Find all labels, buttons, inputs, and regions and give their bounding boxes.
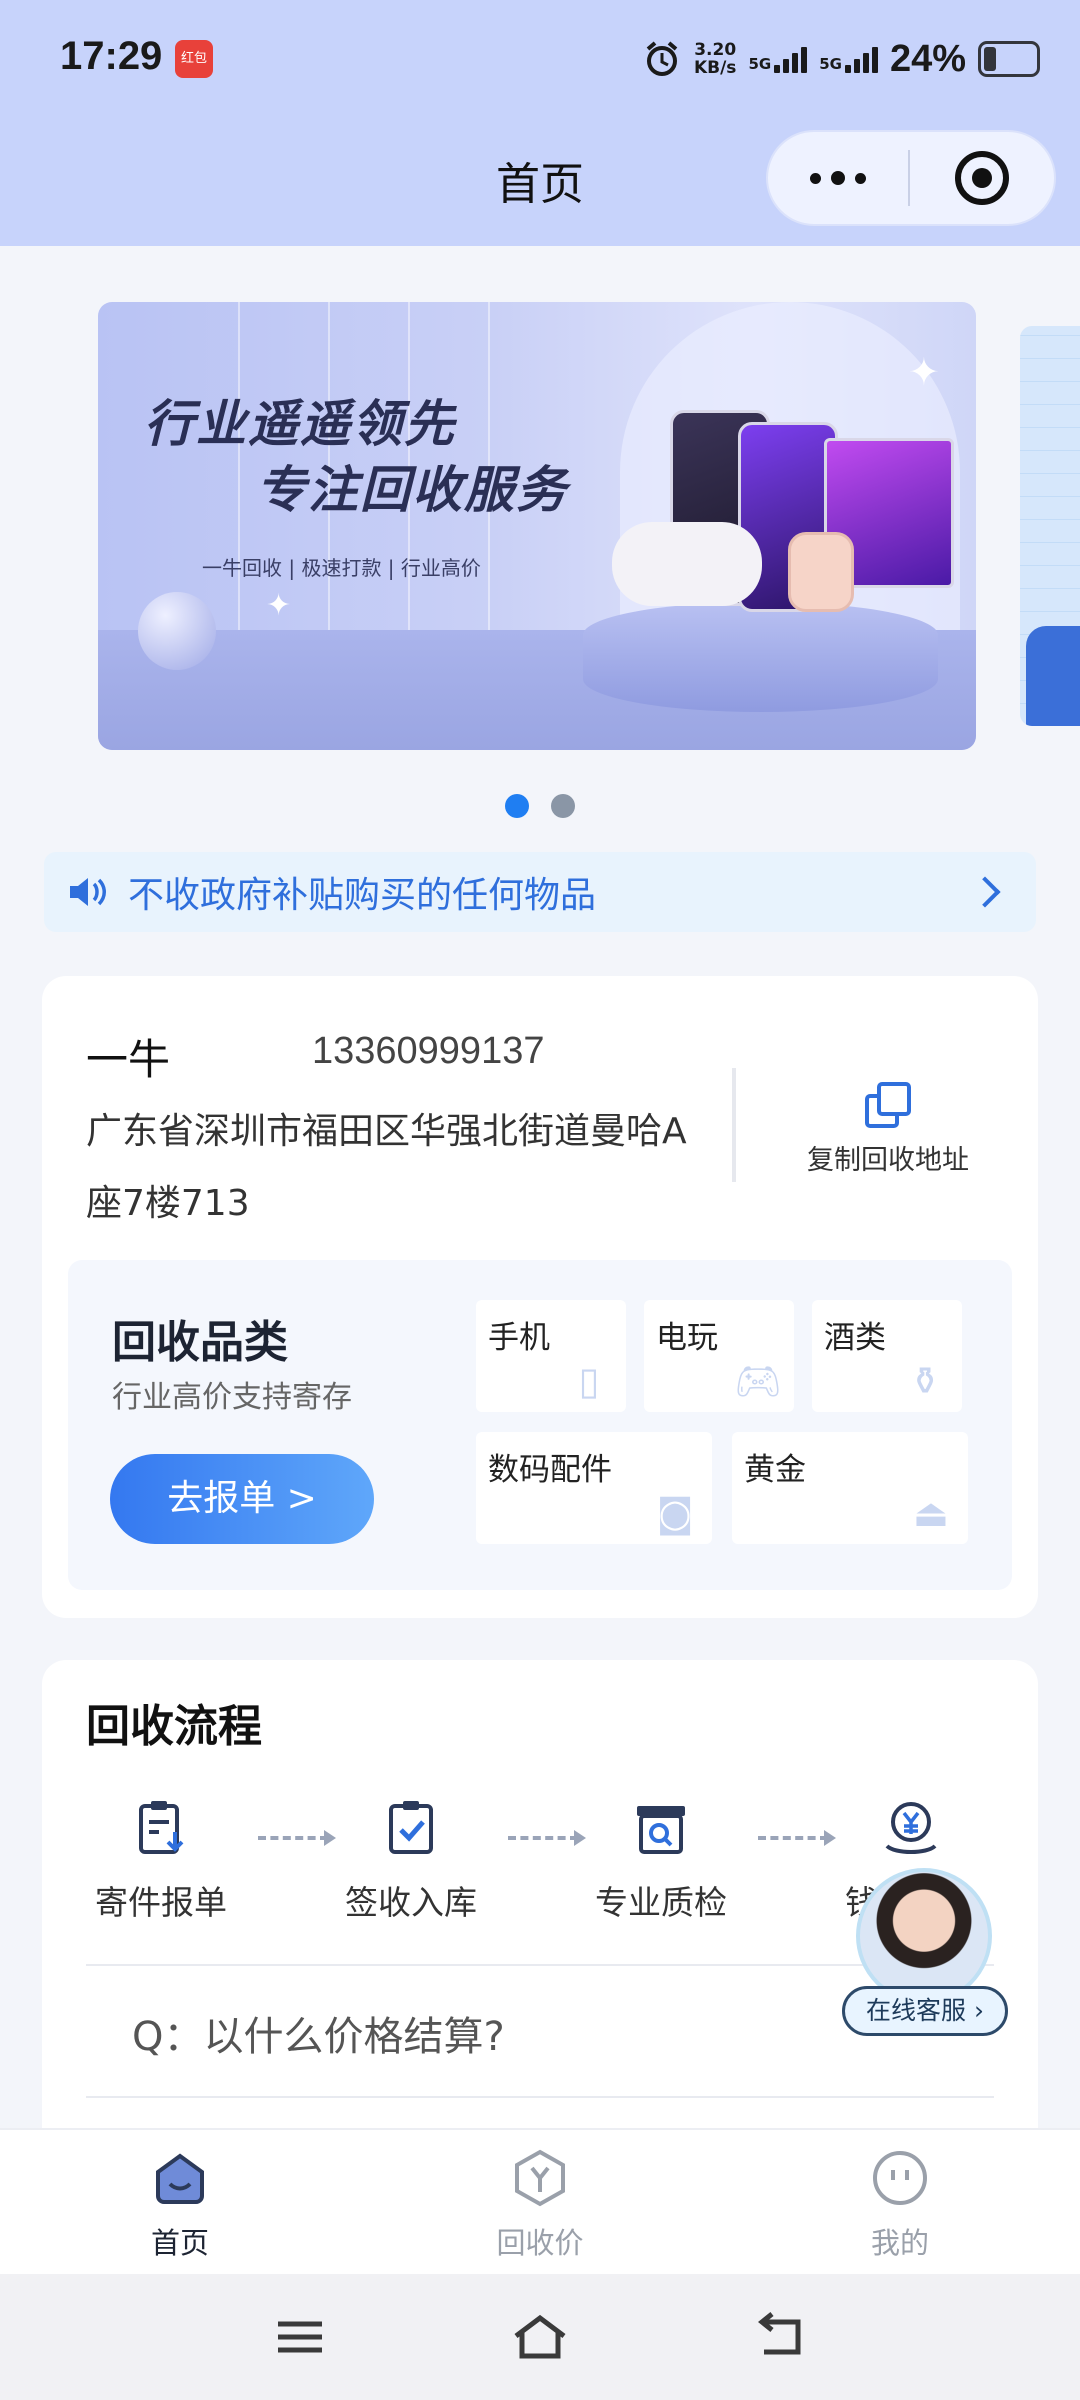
gamepad-icon: 🎮︎ — [734, 1359, 783, 1403]
bottle-icon: ⚱ — [909, 1359, 941, 1403]
app-notification-icon: 红包 — [175, 40, 213, 78]
faq-question[interactable]: Q：以什么价格结算? — [132, 2004, 505, 2062]
signal-sim2-icon: 5G — [819, 45, 878, 73]
watch-image — [788, 532, 854, 612]
banner-headline-2: 专注回收服务 — [256, 461, 568, 519]
system-nav-bar — [0, 2274, 1080, 2400]
category-title: 回收品类 — [112, 1317, 288, 1368]
home-icon — [156, 2153, 204, 2204]
net-speed: 3.20 KB/s — [693, 40, 737, 78]
online-support-label: 在线客服 › — [842, 1986, 1008, 2036]
battery-icon — [978, 41, 1040, 77]
category-label: 电玩 — [656, 1320, 718, 1356]
tab-recycle-price[interactable]: 回收价 — [440, 2130, 640, 2276]
menu-icon[interactable] — [270, 2312, 330, 2362]
divider — [86, 2096, 994, 2098]
tab-label: 回收价 — [496, 2226, 584, 2260]
flow-step-label: 签收入库 — [345, 1883, 477, 1922]
recycle-address: 广东省深圳市福田区华强北街道曼哈A座7楼713 — [86, 1111, 687, 1224]
status-time: 17:29 — [60, 34, 163, 78]
tab-label: 我的 — [870, 2226, 929, 2260]
online-support-button[interactable]: 在线客服 › — [842, 1868, 1008, 2042]
recipient-phone: 13360999137 — [312, 1030, 545, 1072]
yuan-hand-icon — [885, 1802, 937, 1854]
tab-mine[interactable]: 我的 — [800, 2130, 1000, 2276]
speaker-icon — [70, 878, 106, 906]
flow-step-label: 寄件报单 — [95, 1883, 227, 1922]
carousel-indicator — [0, 794, 1080, 818]
notice-bar[interactable]: 不收政府补贴购买的任何物品 — [44, 852, 1036, 932]
top-bar: 17:29 红包 3.20 KB/s 5G 5G 24% 首页 — [0, 0, 1080, 246]
gold-icon: ⏏ — [913, 1491, 949, 1535]
face-icon — [873, 2151, 927, 2205]
category-label: 手机 — [488, 1320, 550, 1356]
phone-icon: ▯ — [578, 1359, 600, 1403]
ellipsis-icon[interactable] — [768, 130, 908, 226]
chevron-right-icon[interactable] — [969, 876, 1001, 908]
address-card: 一牛 13360999137 广东省深圳市福田区华强北街道曼哈A座7楼713 复… — [42, 976, 1038, 1618]
alarm-icon — [646, 41, 678, 76]
signal-sim1-icon: 5G — [748, 45, 808, 73]
copy-address-button[interactable]: 复制回收地址 — [788, 1082, 988, 1177]
home-nav-icon[interactable] — [510, 2312, 570, 2362]
copy-icon — [865, 1082, 911, 1128]
category-tile-phone[interactable]: 手机 ▯ — [476, 1300, 626, 1412]
tab-home[interactable]: 首页 — [80, 2130, 280, 2276]
category-subtitle: 行业高价支持寄存 — [112, 1380, 352, 1415]
clipboard-download-icon — [139, 1801, 184, 1854]
back-icon[interactable] — [750, 2312, 810, 2362]
support-avatar — [856, 1868, 992, 2004]
divider — [732, 1068, 736, 1182]
tab-label: 首页 — [150, 2226, 209, 2260]
miniprogram-capsule — [766, 130, 1056, 226]
banner-headline-1: 行业遥遥领先 — [144, 395, 456, 453]
next-banner-peek[interactable] — [1020, 326, 1080, 726]
category-label: 数码配件 — [488, 1452, 612, 1488]
category-label: 黄金 — [744, 1452, 806, 1488]
flow-step: 签收入库 — [316, 1798, 506, 1924]
carousel-dot-active[interactable] — [505, 794, 529, 818]
category-label: 酒类 — [824, 1320, 886, 1356]
clipboard-check-icon — [389, 1801, 433, 1854]
notice-text: 不收政府补贴购买的任何物品 — [128, 875, 597, 916]
banner-tagline: 一牛回收 | 极速打款 | 行业高价 — [202, 556, 481, 580]
recipient-name: 一牛 — [86, 1035, 171, 1084]
status-icons: 3.20 KB/s 5G 5G 24% — [642, 34, 1040, 84]
category-tile-liquor[interactable]: 酒类 ⚱ — [812, 1300, 962, 1412]
category-tile-gold[interactable]: 黄金 ⏏ — [732, 1432, 968, 1544]
flow-step: 专业质检 — [566, 1798, 756, 1924]
flow-step-label: 专业质检 — [595, 1883, 727, 1922]
sphere-decoration — [138, 592, 216, 670]
copy-address-label: 复制回收地址 — [807, 1145, 969, 1176]
inspect-box-icon — [637, 1806, 685, 1854]
submit-order-button[interactable]: 去报单 > — [110, 1454, 374, 1544]
battery-percent: 24% — [889, 37, 966, 80]
status-bar: 17:29 红包 3.20 KB/s 5G 5G 24% — [0, 0, 1080, 120]
yen-hexagon-icon — [515, 2149, 565, 2207]
flow-step: 寄件报单 — [66, 1798, 256, 1924]
promo-banner[interactable]: ✦ ✦ 行业遥遥领先 专注回收服务 一牛回收 | 极速打款 | 行业高价 — [98, 302, 976, 750]
camera-icon: ◙ — [656, 1491, 694, 1535]
sparkle-icon: ✦ — [908, 350, 940, 394]
carousel-dot[interactable] — [551, 794, 575, 818]
sparkle-icon: ✦ — [266, 588, 292, 623]
category-panel: 回收品类 行业高价支持寄存 去报单 > 手机 ▯ 电玩 🎮︎ 酒类 ⚱ 数码配件… — [68, 1260, 1012, 1590]
gamepad-image — [612, 522, 762, 606]
bottom-tab-bar: 首页 回收价 我的 — [0, 2128, 1080, 2274]
category-tile-games[interactable]: 电玩 🎮︎ — [644, 1300, 794, 1412]
category-tile-digital-accessories[interactable]: 数码配件 ◙ — [476, 1432, 712, 1544]
target-close-icon[interactable] — [910, 151, 1054, 205]
flow-title: 回收流程 — [86, 1701, 262, 1752]
